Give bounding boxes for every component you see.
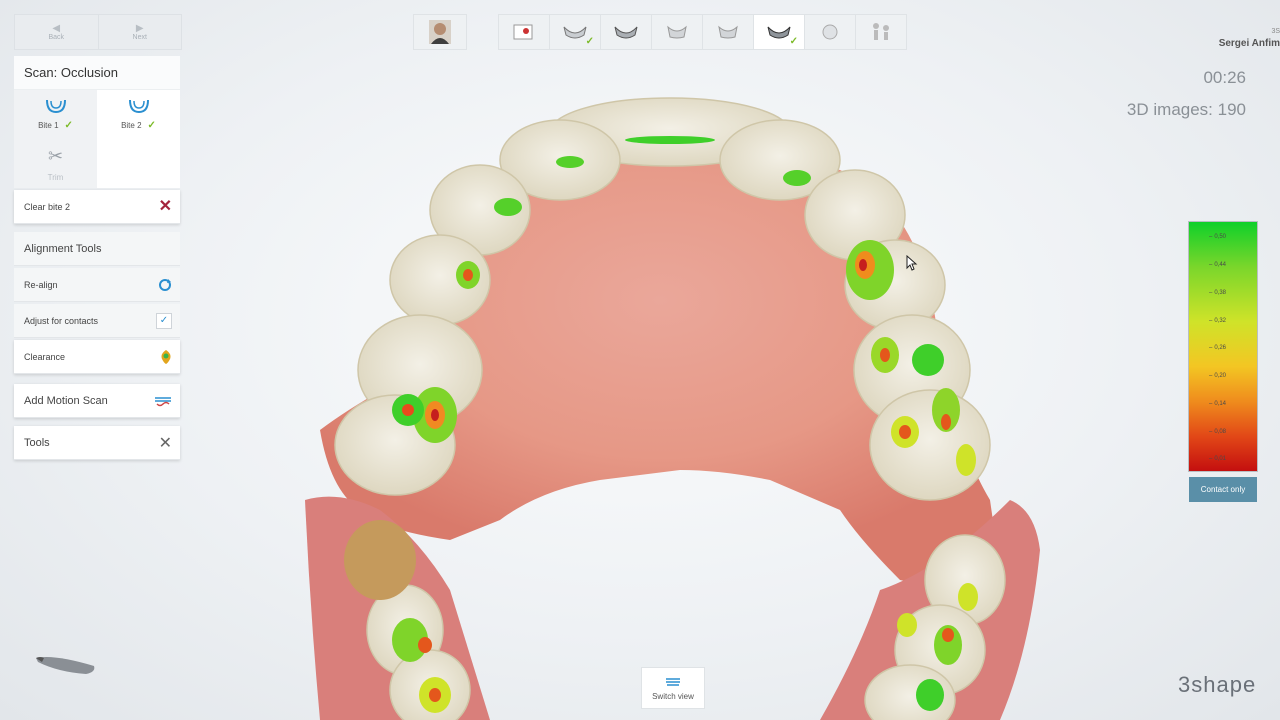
arrow-left-icon: ◀: [52, 22, 61, 34]
trim-button[interactable]: ✂ Trim: [14, 139, 97, 188]
step-occlusion[interactable]: ✓: [753, 14, 805, 50]
step-review[interactable]: [804, 14, 856, 50]
user-id: 3S: [1271, 28, 1280, 35]
check-icon: ✓: [147, 120, 156, 131]
scanner-wand-icon: [36, 657, 95, 674]
close-icon: ✕: [158, 197, 172, 215]
bite-2-label: Bite 2: [121, 121, 142, 130]
legend-tick: –0,14: [1209, 401, 1227, 407]
bite-1-button[interactable]: Bite 1 ✓: [14, 90, 97, 139]
scan-viewport[interactable]: [300, 70, 1050, 720]
clear-bite-label: Clear bite 2: [24, 201, 71, 212]
tooth-icon: [563, 26, 587, 39]
adjust-contacts-toggle[interactable]: Adjust for contacts ✓: [14, 304, 180, 338]
alignment-tools-header: Alignment Tools: [14, 232, 180, 266]
next-button[interactable]: ▶ Next: [97, 15, 182, 49]
cursor-icon: [906, 255, 918, 271]
legend-tick: –0,26: [1209, 345, 1227, 351]
contact-only-button[interactable]: Contact only: [1189, 477, 1257, 502]
step-upper-scan[interactable]: ✓: [549, 14, 601, 50]
patient-button[interactable]: [413, 14, 467, 50]
legend-tick: –0,01: [1209, 456, 1227, 462]
trim-label: Trim: [47, 172, 64, 182]
motion-icon: [155, 396, 171, 406]
workflow-steps: ✓ ✓: [498, 14, 907, 50]
tooth-icon: [822, 24, 838, 40]
legend-tick: –0,08: [1209, 429, 1227, 435]
tools-button[interactable]: Tools ✕: [14, 426, 180, 460]
restoration: [344, 520, 416, 600]
legend-tick: –0,38: [1209, 290, 1227, 296]
brand-logo: 3shape: [1178, 672, 1257, 697]
tooth-icon: [767, 26, 791, 39]
legend-tick: –0,44: [1209, 262, 1227, 268]
scan-timer: 00:26: [1203, 68, 1246, 87]
back-button[interactable]: ◀ Back: [15, 15, 98, 49]
images-count: 3D images: 190: [1126, 100, 1246, 119]
realign-button[interactable]: Re-align: [14, 268, 180, 302]
nav-buttons: ◀ Back ▶ Next: [14, 14, 182, 50]
bite-2-button[interactable]: Bite 2 ✓: [97, 90, 180, 139]
order-icon: [513, 24, 533, 40]
legend-tick: –0,20: [1209, 373, 1227, 379]
step-lower-scan[interactable]: [600, 14, 652, 50]
scissors-icon: ✂: [47, 145, 64, 166]
user-name: Sergei Anfim: [1218, 38, 1280, 49]
tooth-icon: [614, 26, 638, 39]
step-order[interactable]: [498, 14, 550, 50]
check-icon: ✓: [64, 120, 73, 131]
checkbox-icon[interactable]: ✓: [156, 312, 172, 329]
upper-jaw-icon: [45, 99, 66, 114]
step-send[interactable]: [855, 14, 907, 50]
check-icon: ✓: [585, 36, 594, 47]
patient-avatar-icon: [429, 20, 451, 44]
upper-jaw-icon: [128, 99, 149, 114]
check-icon: ✓: [789, 36, 798, 47]
realign-icon: [159, 278, 171, 291]
step-antagonist[interactable]: [702, 14, 754, 50]
clearance-button[interactable]: Clearance: [14, 340, 180, 374]
page-title: Scan: Occlusion: [14, 56, 180, 90]
clearance-icon: [161, 349, 171, 364]
add-motion-scan-button[interactable]: Add Motion Scan: [14, 384, 180, 418]
legend-tick: –0,50: [1209, 234, 1227, 240]
switch-view-icon: [666, 677, 680, 686]
tools-icon: ✕: [158, 434, 172, 452]
send-icon: [873, 23, 889, 40]
step-prep[interactable]: [651, 14, 703, 50]
bite-1-label: Bite 1: [38, 121, 59, 130]
legend-tick: –0,32: [1209, 318, 1227, 324]
tooth-icon: [667, 25, 687, 39]
arrow-right-icon: ▶: [135, 22, 144, 34]
clear-bite-button[interactable]: Clear bite 2 ✕: [14, 190, 180, 224]
bite-selector: Bite 1 ✓ Bite 2 ✓ ✂ Trim: [14, 90, 180, 188]
tooth-icon: [718, 25, 738, 39]
contact-legend: –0,50 –0,44 –0,38 –0,32 –0,26 –0,20 –0,1…: [1188, 221, 1258, 472]
switch-view-button[interactable]: Switch view: [641, 667, 705, 709]
